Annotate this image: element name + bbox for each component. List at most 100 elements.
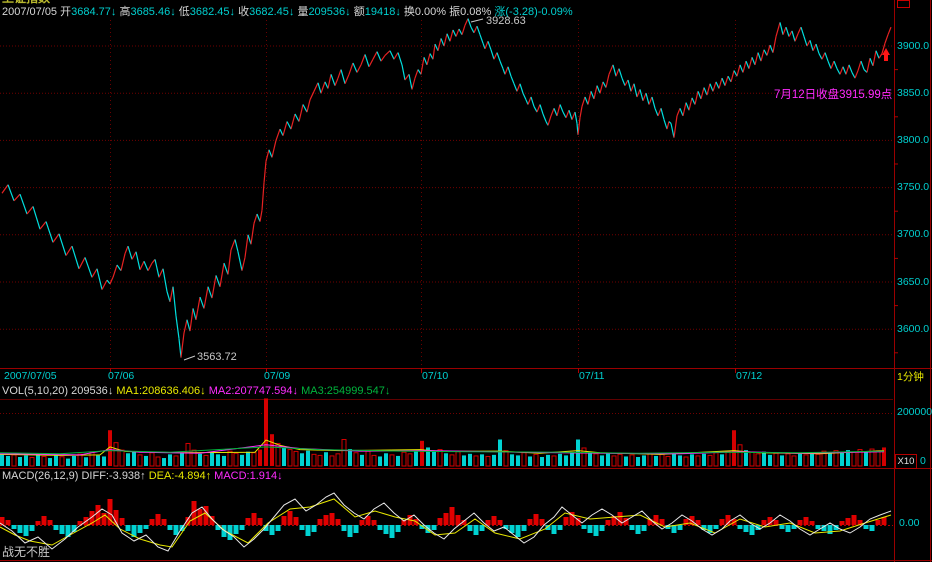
volume-bar <box>594 454 598 466</box>
volume-bar <box>90 452 94 466</box>
volume-bar <box>558 454 562 466</box>
info-segment: 收 <box>238 6 249 18</box>
macd-hist-bar <box>492 516 497 525</box>
macd-hist-bar <box>246 518 251 525</box>
macd-hist-bar <box>378 525 383 530</box>
macd-hist-bar <box>6 520 11 525</box>
macd-hist-bar <box>294 517 299 525</box>
info-segment: MACD(26,12,9) <box>2 470 81 482</box>
macd-hist-bar <box>102 513 107 525</box>
macd-hist-bar <box>24 525 29 536</box>
info-segment: 3685.46 <box>130 6 170 18</box>
macd-hist-bar <box>774 520 779 525</box>
trading-terminal-screen: 上证指数 2007/07/05 开3684.77↓ 高3685.46↓ 低368… <box>0 0 932 562</box>
macd-hist-bar <box>840 521 845 525</box>
volume-bar <box>360 455 364 466</box>
volume-bar <box>114 443 118 466</box>
low-price-annotation: 3563.72 <box>197 351 237 363</box>
info-segment: 0.00% <box>415 6 449 18</box>
macd-hist-bar <box>156 514 161 525</box>
info-segment: 换 <box>404 6 415 18</box>
volume-bar <box>522 453 526 466</box>
volume-bar <box>654 456 658 466</box>
volume-bar <box>672 453 676 466</box>
x-axis-date-label: 07/06 <box>108 371 134 382</box>
volume-bar <box>12 455 16 466</box>
volume-bar <box>456 452 460 466</box>
macd-hist-bar <box>384 525 389 534</box>
volume-bar <box>312 454 316 466</box>
volume-indicator-header[interactable]: VOL(5,10,20) 209536↓ MA1:208636.406↓ MA2… <box>2 385 390 397</box>
volume-bar <box>84 457 88 466</box>
macd-hist-bar <box>54 525 59 530</box>
volume-bar <box>570 452 574 466</box>
volume-bar <box>828 453 832 466</box>
volume-bar <box>162 458 166 466</box>
info-segment: ↓ <box>200 385 209 397</box>
volume-bar <box>450 455 454 466</box>
volume-bar <box>666 456 670 466</box>
macd-hist-bar <box>306 525 311 536</box>
volume-bar <box>750 452 754 466</box>
x-axis-date-label: 07/11 <box>579 371 605 382</box>
scroll-indicator-box[interactable] <box>897 0 910 8</box>
volume-bar <box>600 455 604 466</box>
macd-hist-bar <box>864 525 869 529</box>
macd-hist-bar <box>30 525 35 531</box>
info-segment: 3682.45 <box>249 6 289 18</box>
macd-hist-bar <box>360 520 365 525</box>
volume-axis-zero-label: 0 <box>920 456 926 467</box>
y-axis-label: 3650.0 <box>897 277 929 288</box>
close-note-annotation: 7月12日收盘3915.99点 <box>774 89 892 101</box>
volume-bar <box>324 452 328 466</box>
macd-hist-bar <box>336 519 341 525</box>
macd-hist-bar <box>390 525 395 538</box>
macd-hist-bar <box>594 525 599 536</box>
volume-bar <box>774 453 778 466</box>
info-segment: 额 <box>354 6 365 18</box>
period-label[interactable]: 1分钟 <box>897 371 924 383</box>
volume-bar <box>144 456 148 466</box>
macd-hist-bar <box>318 519 323 525</box>
info-segment: 3684.77 <box>71 6 111 18</box>
volume-bar <box>222 456 226 466</box>
volume-axis-top-label: 200000 <box>897 407 932 418</box>
volume-bar <box>96 455 100 466</box>
macd-hist-bar <box>456 515 461 525</box>
macd-hist-bar <box>552 525 557 534</box>
macd-hist-bar <box>324 515 329 525</box>
macd-hist-bar <box>798 520 803 525</box>
volume-bar <box>444 453 448 466</box>
macd-hist-bar <box>528 519 533 525</box>
macd-hist-bar <box>354 525 359 533</box>
info-segment: ↓ <box>230 6 239 18</box>
macd-hist-bar <box>516 525 521 537</box>
macd-hist-bar <box>816 525 821 529</box>
info-segment: ↓ <box>293 385 302 397</box>
volume-bar <box>486 456 490 466</box>
volume-bar <box>366 451 370 466</box>
volume-multiplier-badge: X10 <box>895 454 917 469</box>
volume-bar <box>792 456 796 466</box>
macd-hist-bar <box>828 525 833 534</box>
macd-indicator-header[interactable]: MACD(26,12,9) DIFF:-3.938↑ DEA:-4.894↑ M… <box>2 470 283 482</box>
volume-bar <box>624 456 628 466</box>
volume-bar <box>438 450 442 466</box>
y-axis-label: 3850.0 <box>897 88 929 99</box>
volume-bar <box>180 453 184 466</box>
volume-bar <box>474 456 478 466</box>
macd-hist-bar <box>720 519 725 525</box>
macd-hist-bar <box>744 525 749 532</box>
volume-bar <box>138 455 142 466</box>
volume-bar <box>612 456 616 466</box>
volume-bar <box>696 456 700 466</box>
y-axis-label: 3600.0 <box>897 324 929 335</box>
info-segment: 高 <box>119 6 130 18</box>
volume-bar <box>354 453 358 466</box>
volume-bar <box>186 443 190 466</box>
volume-bar <box>852 452 856 466</box>
volume-bar <box>132 451 136 466</box>
volume-bar <box>510 454 514 466</box>
macd-hist-bar <box>168 525 173 530</box>
volume-bar <box>690 454 694 466</box>
